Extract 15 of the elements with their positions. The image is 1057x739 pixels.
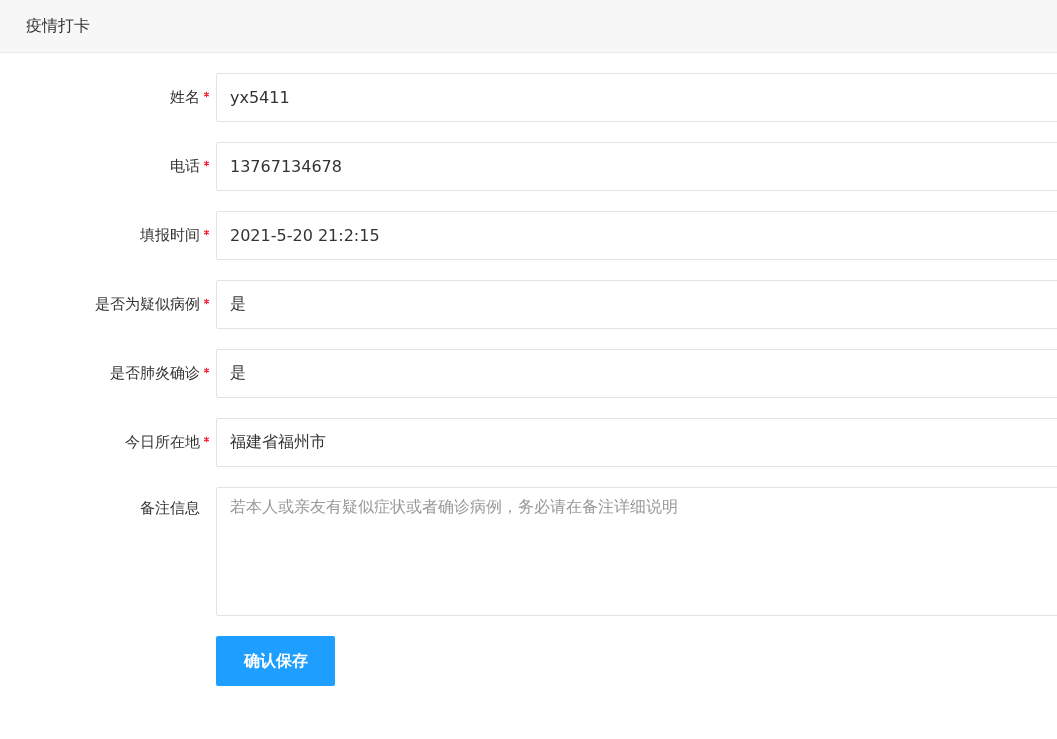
page-title: 疫情打卡 <box>26 15 90 37</box>
input-field[interactable]: 13767134678 <box>216 142 1057 191</box>
input-field[interactable]: 福建省福州市 <box>216 418 1057 467</box>
field-label: 今日所在地 <box>125 433 200 452</box>
input-field[interactable]: 2021-5-20 21:2:15 <box>216 211 1057 260</box>
field-label: 填报时间 <box>140 226 200 245</box>
notes-textarea[interactable]: 若本人或亲友有疑似症状或者确诊病例，务必请在备注详细说明 <box>216 487 1057 616</box>
field-label: 是否为疑似病例 <box>95 295 200 314</box>
field-label: 备注信息 <box>140 499 200 518</box>
field-label: 是否肺炎确诊 <box>110 364 200 383</box>
input-field[interactable]: yx5411 <box>216 73 1057 122</box>
field-label: 电话 <box>170 157 200 176</box>
input-field[interactable]: 是 <box>216 280 1057 329</box>
input-field[interactable]: 是 <box>216 349 1057 398</box>
field-label: 姓名 <box>170 88 200 107</box>
